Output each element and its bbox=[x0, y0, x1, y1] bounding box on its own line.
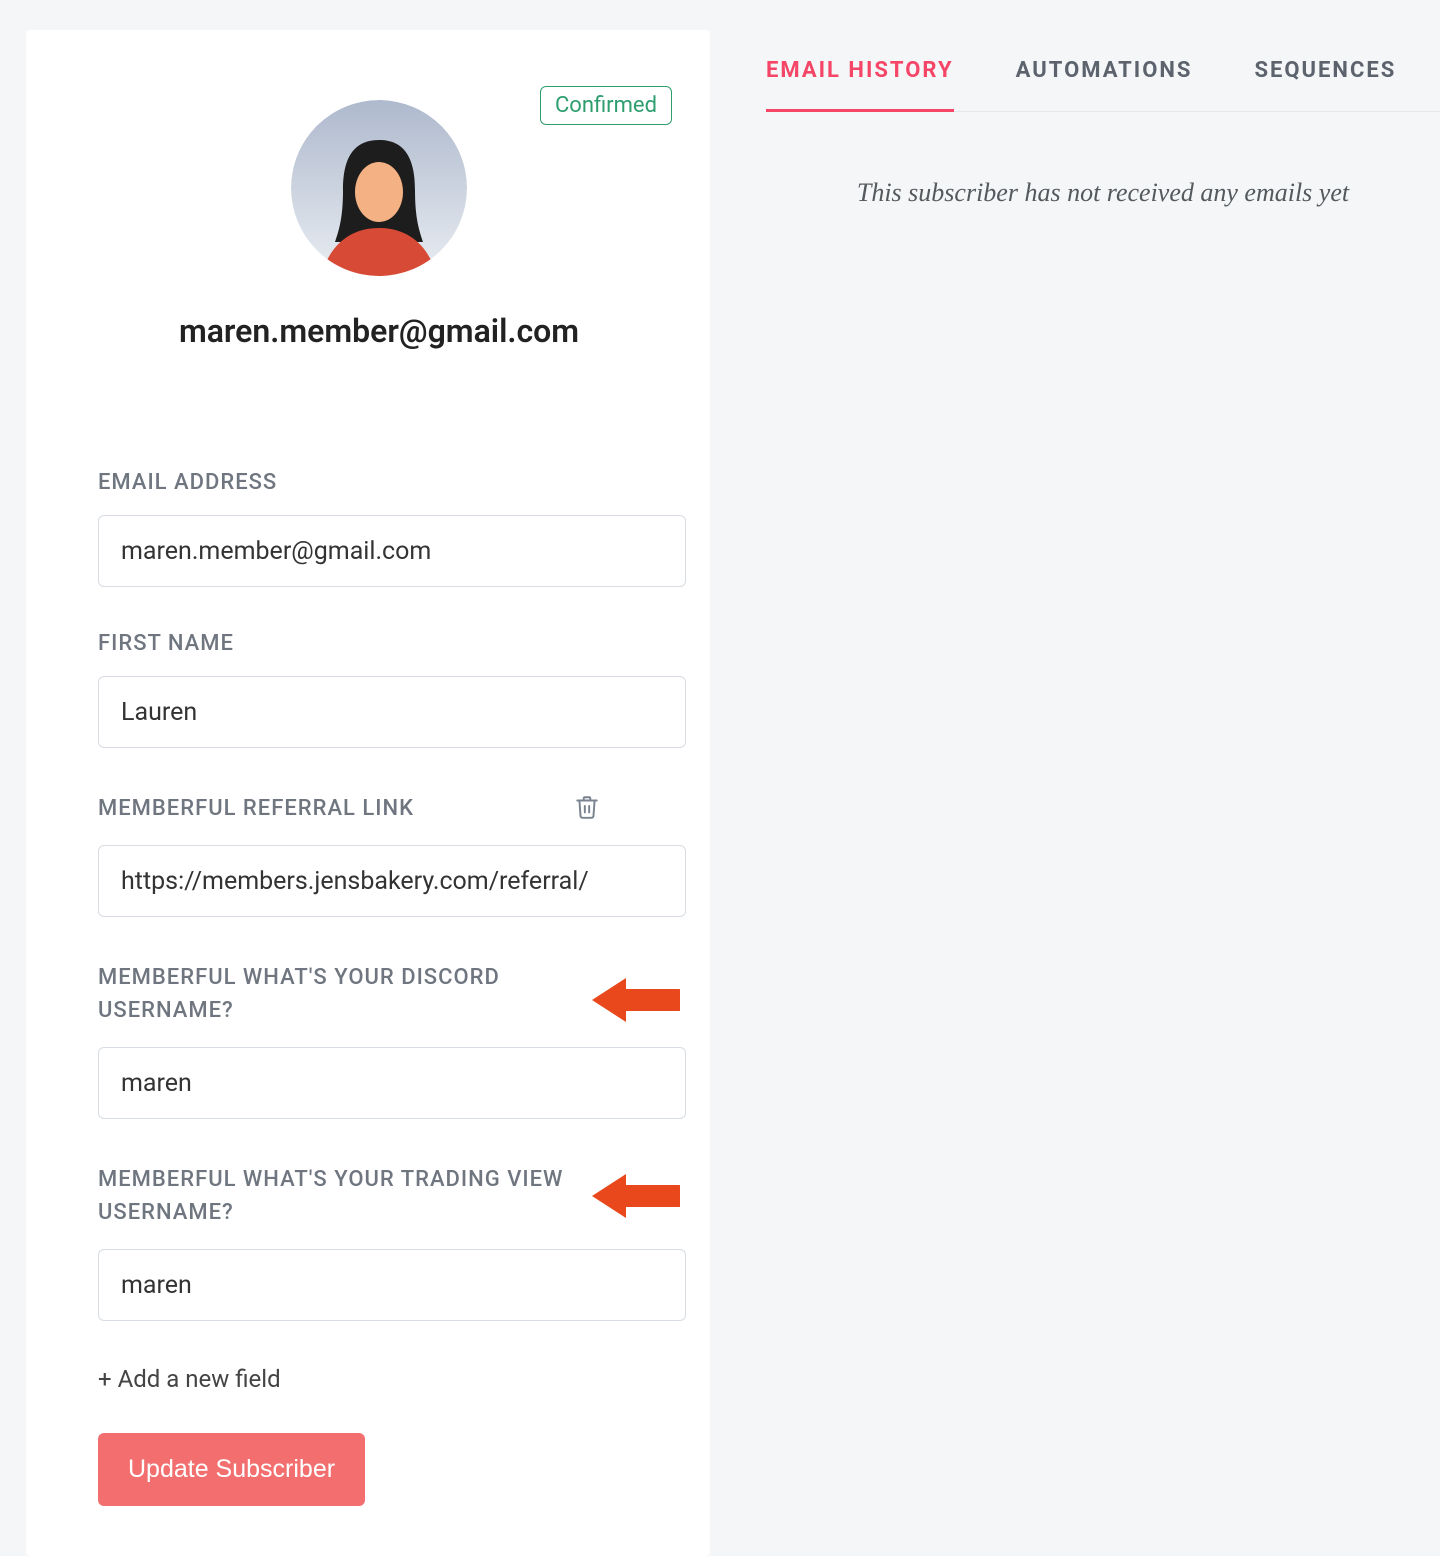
tab-email-history[interactable]: EMAIL HISTORY bbox=[766, 58, 954, 112]
firstname-label: FIRST NAME bbox=[98, 631, 660, 656]
status-badge: Confirmed bbox=[540, 86, 672, 125]
email-label: EMAIL ADDRESS bbox=[98, 470, 660, 495]
add-new-field-link[interactable]: + Add a new field bbox=[98, 1365, 660, 1393]
right-panel: EMAIL HISTORY AUTOMATIONS SEQUENCES This… bbox=[766, 30, 1440, 1556]
tradingview-input[interactable] bbox=[98, 1249, 686, 1321]
subscriber-card: Confirmed maren.member@gmail.com bbox=[26, 30, 710, 1556]
firstname-input[interactable] bbox=[98, 676, 686, 748]
tab-automations[interactable]: AUTOMATIONS bbox=[1016, 58, 1193, 112]
email-input[interactable] bbox=[98, 515, 686, 587]
update-subscriber-button[interactable]: Update Subscriber bbox=[98, 1433, 365, 1506]
tradingview-label: MEMBERFUL WHAT'S YOUR TRADING VIEW USERN… bbox=[98, 1163, 578, 1229]
discord-label: MEMBERFUL WHAT'S YOUR DISCORD USERNAME? bbox=[98, 961, 578, 1027]
referral-label: MEMBERFUL REFERRAL LINK bbox=[98, 792, 414, 825]
subscriber-email-heading: maren.member@gmail.com bbox=[179, 312, 579, 350]
referral-input[interactable] bbox=[98, 845, 686, 917]
discord-input[interactable] bbox=[98, 1047, 686, 1119]
tabs: EMAIL HISTORY AUTOMATIONS SEQUENCES bbox=[766, 58, 1440, 112]
tab-sequences[interactable]: SEQUENCES bbox=[1254, 58, 1396, 112]
empty-state-message: This subscriber has not received any ema… bbox=[766, 178, 1440, 208]
annotation-arrow-icon bbox=[588, 970, 680, 1034]
annotation-arrow-icon bbox=[588, 1166, 680, 1230]
avatar bbox=[291, 100, 467, 276]
trash-icon[interactable] bbox=[574, 793, 600, 825]
